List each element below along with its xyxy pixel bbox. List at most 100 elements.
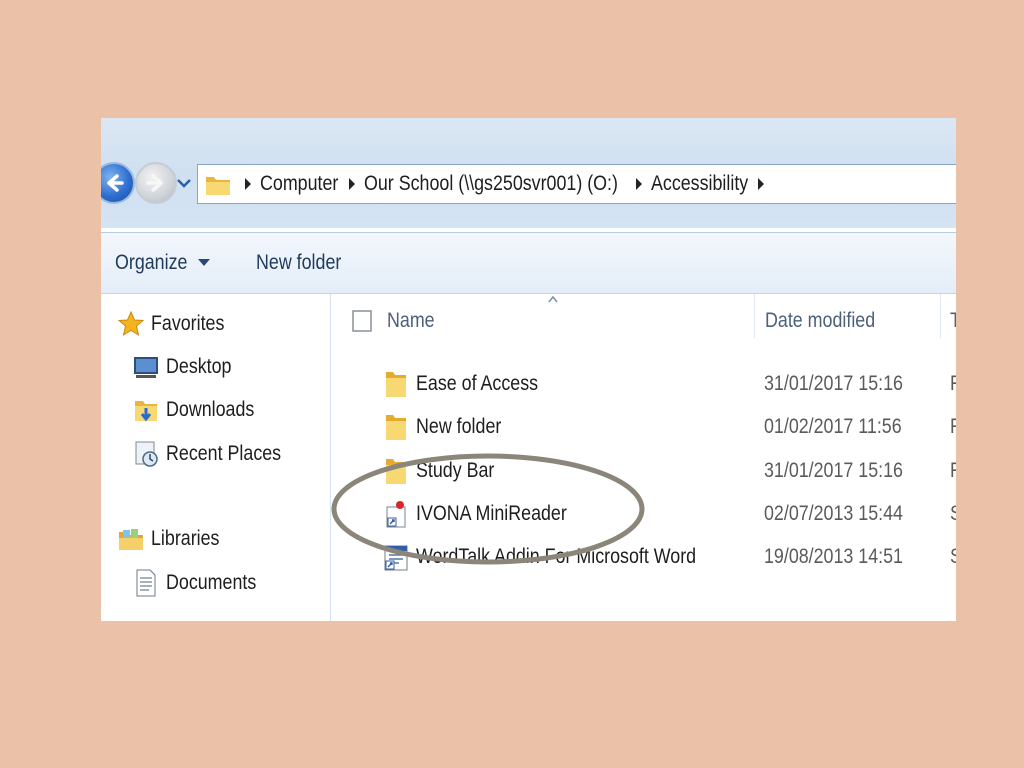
file-type-text: F (950, 459, 956, 483)
file-name: New folder (416, 412, 516, 442)
chevron-right-icon (245, 178, 251, 190)
star-icon (117, 310, 145, 338)
forward-button[interactable] (135, 162, 177, 204)
file-type: S (950, 542, 956, 572)
file-list: Name Date modified T Ease of Access 31/0… (332, 294, 956, 621)
file-name-text: New folder (416, 415, 502, 438)
organize-label: Organize (115, 251, 188, 274)
file-name: Ease of Access (416, 369, 560, 399)
document-icon (132, 569, 160, 597)
file-type: F (950, 456, 956, 486)
file-name: Study Bar (416, 456, 508, 486)
file-name-text: Study Bar (416, 459, 495, 482)
new-folder-label: New folder (256, 251, 342, 274)
file-type: S (950, 499, 956, 529)
file-type-text: F (950, 415, 956, 439)
file-type: F (950, 369, 956, 399)
file-date-text: 31/01/2017 15:16 (764, 459, 903, 482)
title-chrome: Computer Our School (\\gs250svr001) (O:)… (101, 118, 956, 228)
nav-label: Favorites (151, 312, 225, 335)
file-date: 31/01/2017 15:16 (764, 369, 928, 399)
nav-label: Documents (166, 571, 257, 594)
breadcrumb-our-school[interactable]: Our School (\\gs250svr001) (O:) (364, 172, 663, 196)
folder-icon (206, 177, 230, 195)
breadcrumb-label: Computer (260, 172, 339, 195)
file-name-text: IVONA MiniReader (416, 502, 567, 525)
nav-label: Libraries (151, 527, 220, 550)
new-folder-button[interactable]: New folder (256, 247, 356, 279)
breadcrumb-label: Our School (\\gs250svr001) (O:) (364, 172, 619, 195)
chevron-right-icon (635, 178, 642, 190)
column-header-type[interactable]: T (950, 306, 956, 336)
nav-label: Downloads (166, 398, 255, 421)
libraries-icon (117, 525, 145, 553)
file-type-text: S (950, 502, 956, 526)
column-label: Date modified (765, 309, 876, 332)
file-row[interactable]: Study Bar 31/01/2017 15:16 F (332, 450, 956, 490)
explorer-window: Computer Our School (\\gs250svr001) (O:)… (101, 118, 956, 621)
file-type-text: F (950, 372, 956, 396)
nav-recent-places[interactable]: Recent Places (132, 438, 301, 470)
file-date-text: 19/08/2013 14:51 (764, 545, 903, 568)
breadcrumb-computer[interactable]: Computer (260, 172, 352, 196)
select-all-checkbox[interactable] (352, 310, 372, 332)
file-name-text: WordTalk Addin For Microsoft Word (416, 545, 697, 568)
file-row[interactable]: Ease of Access 31/01/2017 15:16 F (332, 363, 956, 403)
file-date-text: 01/02/2017 11:56 (764, 415, 902, 438)
desktop-icon (132, 353, 160, 381)
file-row[interactable]: IVONA MiniReader 02/07/2013 15:44 S (332, 493, 956, 533)
address-bar[interactable]: Computer Our School (\\gs250svr001) (O:)… (197, 164, 956, 204)
nav-documents[interactable]: Documents (132, 567, 272, 599)
file-date: 19/08/2013 14:51 (764, 542, 928, 572)
nav-favorites[interactable]: Favorites (117, 308, 237, 340)
column-header-name[interactable]: Name (387, 306, 443, 336)
file-name-text: Ease of Access (416, 372, 539, 395)
organize-button[interactable]: Organize (115, 247, 211, 279)
file-row[interactable]: New folder 01/02/2017 11:56 F (332, 406, 956, 446)
file-date: 31/01/2017 15:16 (764, 456, 928, 486)
nav-libraries[interactable]: Libraries (117, 523, 232, 555)
arrow-right-icon (146, 174, 163, 192)
column-header-date[interactable]: Date modified (765, 306, 895, 336)
file-date: 02/07/2013 15:44 (764, 499, 928, 529)
chevron-right-icon (349, 178, 356, 190)
downloads-folder-icon (132, 396, 160, 424)
chevron-right-icon (758, 178, 765, 190)
folder-icon (382, 369, 410, 399)
breadcrumb-label: Accessibility (650, 172, 749, 195)
file-name: WordTalk Addin For Microsoft Word (416, 542, 746, 572)
file-name: IVONA MiniReader (416, 499, 593, 529)
chevron-down-icon (177, 179, 191, 188)
breadcrumb-separator[interactable] (242, 164, 254, 204)
nav-downloads[interactable]: Downloads (132, 394, 270, 426)
recent-places-icon (132, 440, 160, 468)
breadcrumb-accessibility[interactable]: Accessibility (651, 172, 765, 196)
word-shortcut-icon (382, 542, 410, 572)
column-label: Name (387, 309, 435, 332)
chevron-down-icon (198, 259, 211, 266)
recent-pages-dropdown[interactable] (177, 176, 191, 190)
file-date-text: 02/07/2013 15:44 (764, 502, 903, 525)
breadcrumb-separator[interactable] (346, 164, 358, 204)
file-type-text: S (950, 545, 956, 569)
column-divider[interactable] (940, 294, 941, 338)
navigation-pane: Favorites Desktop Downloads Recent Place… (101, 294, 331, 621)
nav-desktop[interactable]: Desktop (132, 351, 243, 383)
file-date-text: 31/01/2017 15:16 (764, 372, 903, 395)
file-date: 01/02/2017 11:56 (764, 412, 926, 442)
nav-label: Desktop (166, 355, 232, 378)
column-header-row: Name Date modified T (332, 294, 956, 350)
arrow-left-icon (107, 174, 124, 192)
breadcrumb-separator[interactable] (633, 164, 645, 204)
command-toolbar: Organize New folder (101, 232, 956, 294)
file-type: F (950, 412, 956, 442)
folder-icon (382, 456, 410, 486)
sort-ascending-icon (548, 296, 558, 303)
file-row[interactable]: WordTalk Addin For Microsoft Word 19/08/… (332, 536, 956, 576)
folder-icon (382, 412, 410, 442)
column-label: T (950, 309, 956, 333)
shortcut-icon (382, 499, 410, 529)
back-button[interactable] (101, 162, 135, 204)
column-divider[interactable] (754, 294, 755, 338)
breadcrumb-separator[interactable] (755, 164, 767, 204)
